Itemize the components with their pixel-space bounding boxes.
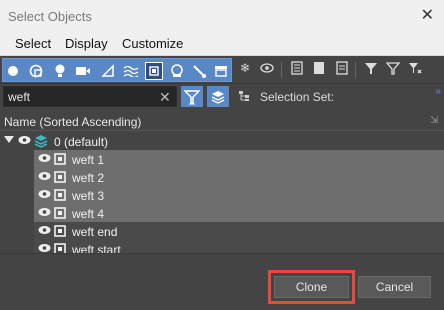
toolbar: ❄ bbox=[0, 56, 444, 84]
search-input[interactable] bbox=[3, 86, 177, 107]
hidden-icon[interactable] bbox=[258, 59, 276, 77]
window-title: Select Objects bbox=[8, 9, 92, 24]
menu-select[interactable]: Select bbox=[15, 36, 51, 51]
clone-button[interactable]: Clone bbox=[274, 276, 349, 298]
spacewarps-icon[interactable] bbox=[122, 62, 140, 80]
toolbar-divider-2 bbox=[355, 62, 356, 78]
cameras-icon[interactable] bbox=[74, 62, 92, 80]
expand-arrow-icon[interactable] bbox=[4, 136, 14, 143]
menu-bar: Select Display Customize bbox=[0, 32, 444, 56]
bones-icon[interactable] bbox=[190, 62, 208, 80]
tree-item-row[interactable]: weft end bbox=[0, 222, 444, 240]
collapse-icon[interactable]: » bbox=[435, 86, 441, 97]
title-bar: Select Objects ✕ bbox=[0, 0, 444, 32]
layer-icon bbox=[34, 134, 48, 148]
containers-icon[interactable] bbox=[212, 62, 230, 80]
visibility-eye-icon[interactable] bbox=[38, 171, 51, 183]
select-all-icon[interactable] bbox=[310, 59, 328, 77]
layer-row[interactable]: 0 (default) bbox=[0, 132, 444, 150]
clear-search-icon[interactable]: ✕ bbox=[159, 89, 171, 106]
close-icon[interactable]: ✕ bbox=[421, 5, 434, 25]
filter-active-icon[interactable] bbox=[181, 86, 203, 107]
object-tree: Name (Sorted Ascending) ⇲ 0 (default) we… bbox=[0, 111, 444, 258]
object-icon bbox=[54, 171, 66, 183]
selection-set-icon[interactable] bbox=[238, 90, 252, 105]
shapes-icon[interactable] bbox=[27, 62, 45, 80]
tree-item-label: weft end bbox=[72, 225, 118, 239]
layers-toggle-icon[interactable] bbox=[207, 86, 229, 107]
visibility-eye-icon[interactable] bbox=[38, 153, 51, 165]
tree-item-label: weft 4 bbox=[72, 207, 105, 221]
sort-icon[interactable] bbox=[406, 59, 424, 77]
dialog-footer: Clone Cancel bbox=[0, 253, 444, 310]
object-icon bbox=[54, 189, 66, 201]
tree-item-row[interactable]: weft 1 bbox=[0, 150, 444, 168]
object-icon bbox=[54, 225, 66, 237]
object-type-filter-group bbox=[2, 58, 232, 82]
tree-item-label: weft 1 bbox=[72, 153, 105, 167]
frozen-icon[interactable]: ❄ bbox=[236, 59, 254, 77]
select-none-icon[interactable] bbox=[333, 59, 351, 77]
find-filter-icon[interactable] bbox=[384, 59, 402, 77]
visibility-eye-icon[interactable] bbox=[38, 189, 51, 201]
display-icon[interactable] bbox=[288, 59, 306, 77]
visibility-eye-icon[interactable] bbox=[18, 135, 31, 147]
tree-item-label: weft 2 bbox=[72, 171, 105, 185]
menu-customize[interactable]: Customize bbox=[122, 36, 183, 51]
visibility-eye-icon[interactable] bbox=[38, 207, 51, 219]
xrefs-icon[interactable] bbox=[168, 62, 186, 80]
object-icon bbox=[54, 207, 66, 219]
cancel-button[interactable]: Cancel bbox=[358, 276, 431, 298]
selection-set-label: Selection Set: bbox=[260, 90, 335, 104]
tree-item-label: weft 3 bbox=[72, 189, 105, 203]
visibility-eye-icon[interactable] bbox=[38, 225, 51, 237]
tree-item-row[interactable]: weft 2 bbox=[0, 168, 444, 186]
filter-icon[interactable] bbox=[362, 59, 380, 77]
groups-icon[interactable] bbox=[145, 62, 163, 80]
tree-item-row[interactable]: weft 3 bbox=[0, 186, 444, 204]
geometry-icon[interactable] bbox=[4, 62, 22, 80]
layer-name: 0 (default) bbox=[54, 135, 109, 149]
column-header-label: Name (Sorted Ascending) bbox=[4, 115, 142, 129]
search-row: ✕ Selection Set: » bbox=[0, 84, 444, 110]
column-resize-icon[interactable]: ⇲ bbox=[430, 115, 438, 126]
column-header[interactable]: Name (Sorted Ascending) ⇲ bbox=[0, 111, 444, 131]
toolbar-divider bbox=[281, 62, 282, 78]
lights-icon[interactable] bbox=[51, 62, 69, 80]
object-icon bbox=[54, 153, 66, 165]
tree-item-row[interactable]: weft 4 bbox=[0, 204, 444, 222]
menu-display[interactable]: Display bbox=[65, 36, 108, 51]
helpers-icon[interactable] bbox=[99, 62, 117, 80]
